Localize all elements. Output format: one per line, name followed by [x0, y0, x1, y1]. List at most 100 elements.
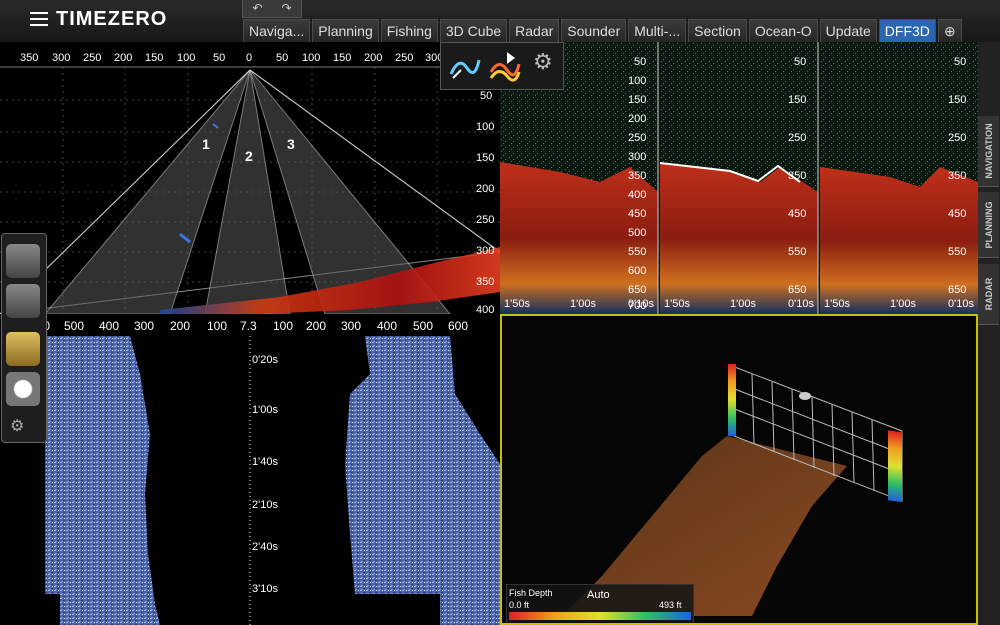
scale-tick: 150 [333, 52, 352, 64]
time-tick: 3'10s [252, 583, 278, 595]
side-tab-planning[interactable]: PLANNING [978, 192, 999, 258]
menu-icon[interactable] [30, 12, 48, 28]
echo-depth-tick: 350 [788, 170, 807, 182]
scale-tick: 350 [20, 52, 39, 64]
echo-time-tick: 1'50s [824, 298, 850, 310]
echo-time-tick: 1'00s [570, 298, 596, 310]
echo-time-tick: 1'00s [730, 298, 756, 310]
echo-depth-tick: 550 [788, 246, 807, 258]
legend-title: Fish Depth [509, 588, 553, 598]
3d-seabed-graphic [562, 364, 903, 616]
range-tick: 400 [99, 319, 120, 333]
echo-depth-tick: 250 [948, 132, 967, 144]
echo-depth-tick: 500 [628, 227, 647, 239]
side-tab-navigation-label: NAVIGATION [983, 123, 994, 179]
tab-dff3d[interactable]: DFF3D [878, 19, 936, 42]
sounder-icon[interactable] [6, 284, 40, 318]
echo-settings-icon[interactable]: ⚙ [533, 49, 553, 75]
depth-tick: 200 [476, 183, 495, 195]
redo-icon[interactable]: ↷ [272, 0, 301, 17]
scale-tick: 0 [246, 52, 253, 64]
echo-depth-tick: 450 [628, 208, 647, 220]
side-tab-planning-label: PLANNING [983, 201, 994, 248]
side-tab-radar[interactable]: RADAR [978, 264, 999, 325]
range-tick: 300 [134, 319, 155, 333]
beam-label-1: 1 [202, 136, 210, 152]
echo-depth-tick: 650 [948, 284, 967, 296]
tab-multi[interactable]: Multi-... [628, 19, 687, 42]
side-tab-navigation[interactable]: NAVIGATION [978, 116, 999, 187]
depth-tick: 350 [476, 276, 495, 288]
beam-label-2: 2 [245, 148, 253, 164]
echo-depth-tick: 350 [948, 170, 967, 182]
echo-toolbar: ⚙ [440, 42, 564, 90]
echo-time-tick: 0'10s [788, 298, 814, 310]
tab-navigation[interactable]: Naviga... [243, 19, 311, 42]
echogram-view[interactable]: 50 100 150 200 250 300 350 400 450 500 5… [500, 42, 978, 314]
echo-depth-tick: 600 [628, 265, 647, 277]
echo-time-tick: 0'10s [948, 298, 974, 310]
depth-tick: 100 [476, 121, 495, 133]
echo-depth-tick: 300 [628, 151, 647, 163]
tab-ocean-o[interactable]: Ocean-O [748, 19, 818, 42]
tab-planning[interactable]: Planning [312, 19, 379, 42]
transducer-icon[interactable] [6, 244, 40, 278]
legend-min: 0.0 ft [509, 600, 530, 610]
tab-section[interactable]: Section [688, 19, 747, 42]
echo-time-tick: 0'10s [628, 298, 654, 310]
echo-depth-tick: 250 [628, 132, 647, 144]
tab-3d-cube[interactable]: 3D Cube [439, 19, 508, 42]
zoom-echo-icon[interactable] [487, 48, 523, 84]
range-tick: 200 [306, 319, 327, 333]
undo-redo-group: ↶ ↷ [242, 0, 302, 18]
depth-tick: 400 [476, 304, 495, 314]
fish-depth-legend: Fish Depth Auto 0.0 ft 493 ft [506, 584, 694, 623]
tab-sounder[interactable]: Sounder [561, 19, 627, 42]
undo-icon[interactable]: ↶ [243, 0, 272, 17]
scale-tick: 250 [83, 52, 102, 64]
echo-depth-tick: 650 [788, 284, 807, 296]
echo-depth-tick: 150 [788, 94, 807, 106]
echo-time-tick: 1'50s [504, 298, 530, 310]
settings-lock-icon[interactable]: ⚙ [10, 416, 24, 436]
app-title: TIMEZERO [56, 8, 168, 30]
range-tick: 100 [207, 319, 228, 333]
echo-depth-tick: 550 [628, 246, 647, 258]
top-bar: TIMEZERO ↶ ↷ Naviga... Planning Fishing … [0, 0, 1000, 43]
range-tick: 100 [273, 319, 294, 333]
time-tick: 0'20s [252, 354, 278, 366]
target-icon[interactable] [6, 372, 40, 406]
tab-radar[interactable]: Radar [509, 19, 560, 42]
time-tick: 1'40s [252, 456, 278, 468]
side-scan-graphic [45, 336, 500, 625]
range-tick: 7.3 [240, 319, 257, 333]
3d-view[interactable]: Fish Depth Auto 0.0 ft 493 ft [500, 314, 978, 625]
echo-depth-tick: 50 [954, 56, 967, 68]
hand-icon[interactable] [6, 332, 40, 366]
tab-update[interactable]: Update [819, 19, 877, 42]
scale-tick: 50 [213, 52, 226, 64]
side-tab-bar: NAVIGATION PLANNING RADAR [977, 42, 1000, 625]
depth-tick: 150 [476, 152, 495, 164]
add-tab-icon[interactable]: ⊕ [937, 19, 962, 42]
triple-beam-graphic [0, 66, 500, 314]
time-tick: 2'10s [252, 499, 278, 511]
echo-depth-tick: 450 [788, 208, 807, 220]
echo-depth-tick: 550 [948, 246, 967, 258]
echo-depth-tick: 200 [628, 113, 647, 125]
scale-tick: 150 [145, 52, 164, 64]
side-scan-view[interactable]: 600 500 400 300 200 100 7.3 100 200 300 … [0, 314, 500, 625]
range-tick: 200 [170, 319, 191, 333]
scale-tick: 100 [177, 52, 196, 64]
echo-depth-tick: 400 [628, 189, 647, 201]
echo-depth-tick: 450 [948, 208, 967, 220]
echogram-graphic [500, 42, 978, 314]
scale-tick: 200 [364, 52, 383, 64]
echo-depth-tick: 250 [788, 132, 807, 144]
echo-time-tick: 1'50s [664, 298, 690, 310]
time-tick: 2'40s [252, 541, 278, 553]
tab-fishing[interactable]: Fishing [380, 19, 438, 42]
side-tab-radar-label: RADAR [983, 277, 994, 311]
triple-beam-view[interactable]: 350 300 250 200 150 100 50 0 50 100 150 … [0, 42, 500, 314]
bottom-lock-icon[interactable] [447, 48, 483, 84]
